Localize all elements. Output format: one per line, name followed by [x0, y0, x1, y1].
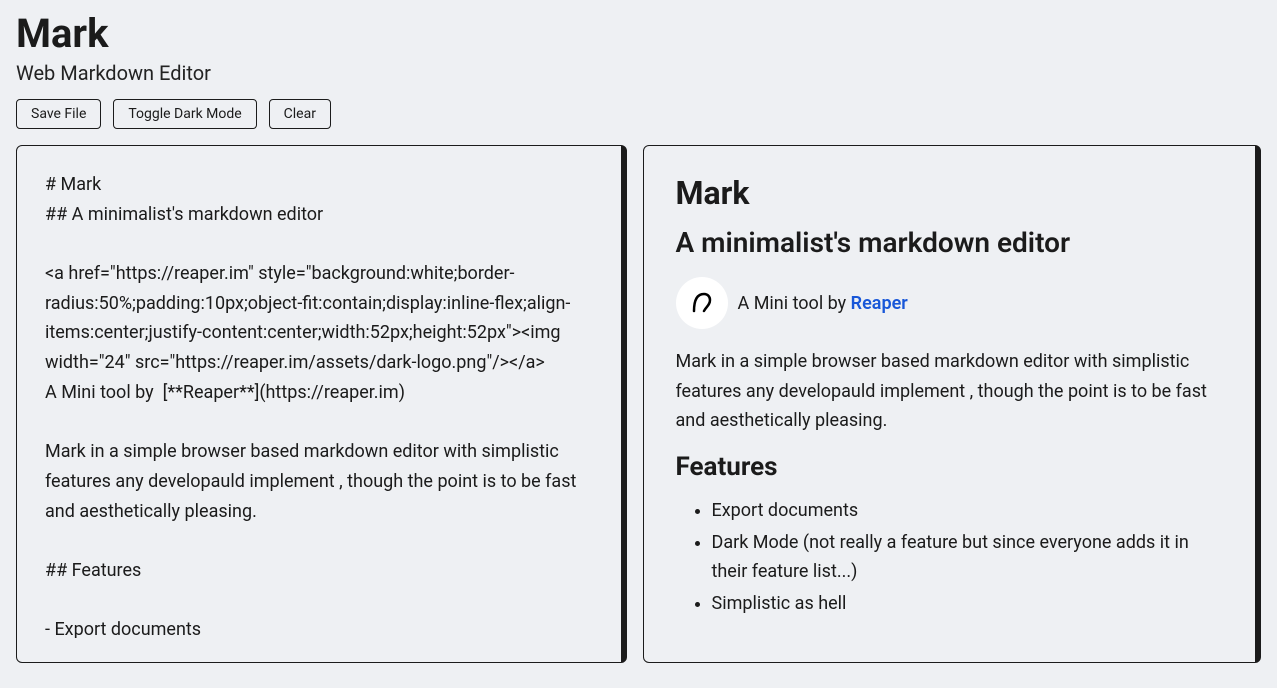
reaper-logo-icon[interactable] — [676, 277, 728, 329]
app-subtitle: Web Markdown Editor — [16, 61, 1261, 85]
panes-container: Mark A minimalist's markdown editor A Mi… — [16, 145, 1261, 663]
list-item: Simplistic as hell — [712, 589, 1224, 619]
markdown-editor-textarea[interactable] — [45, 170, 593, 638]
toggle-dark-mode-button[interactable]: Toggle Dark Mode — [113, 99, 256, 129]
features-list: Export documents Dark Mode (not really a… — [676, 496, 1224, 619]
app-title: Mark — [16, 10, 1261, 57]
editor-pane — [16, 145, 627, 663]
preview-byline: A Mini tool by Reaper — [676, 277, 908, 329]
preview-description: Mark in a simple browser based markdown … — [676, 347, 1224, 436]
toolbar: Save File Toggle Dark Mode Clear — [16, 99, 1261, 129]
byline-prefix: A Mini tool by — [738, 293, 851, 314]
byline-text: A Mini tool by Reaper — [738, 293, 908, 314]
list-item: Dark Mode (not really a feature but sinc… — [712, 528, 1224, 587]
preview-h2: A minimalist's markdown editor — [676, 226, 1224, 259]
save-file-button[interactable]: Save File — [16, 99, 101, 129]
preview-h1: Mark — [676, 174, 1224, 212]
features-heading: Features — [676, 452, 1224, 482]
preview-pane: Mark A minimalist's markdown editor A Mi… — [643, 145, 1262, 663]
clear-button[interactable]: Clear — [269, 99, 331, 129]
list-item: Export documents — [712, 496, 1224, 526]
reaper-link[interactable]: Reaper — [851, 293, 908, 314]
